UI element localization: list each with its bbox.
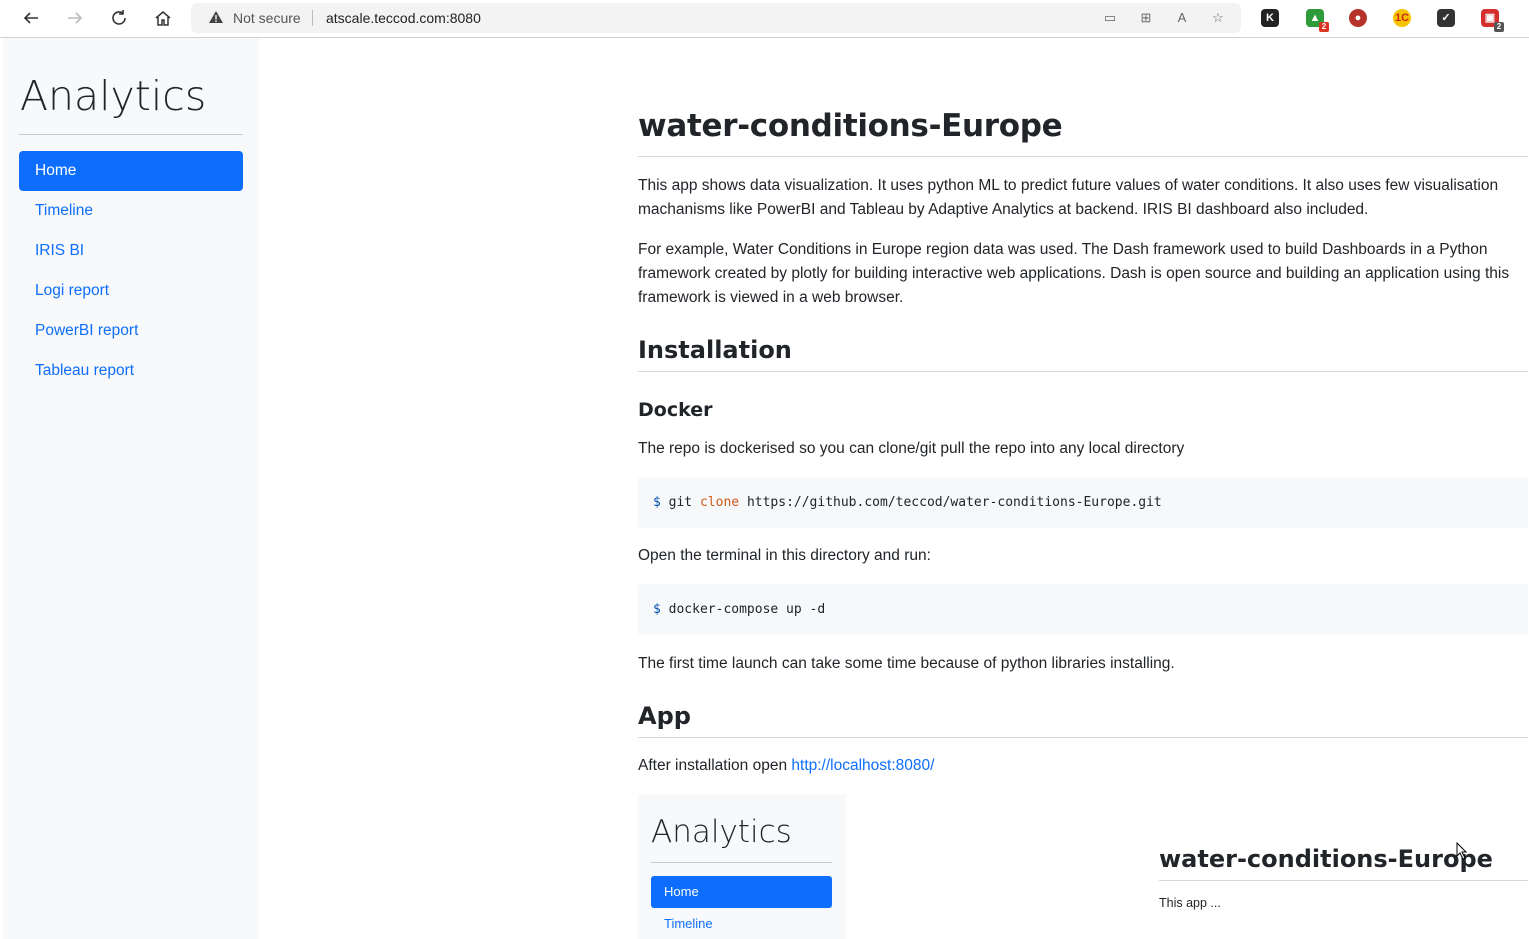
k-extension-icon[interactable]: K <box>1261 9 1279 27</box>
sidebar-item-iris-bi[interactable]: IRIS BI <box>19 231 243 271</box>
terminal-text: Open the terminal in this directory and … <box>638 547 931 564</box>
divider <box>1159 880 1528 881</box>
mouse-cursor-icon <box>1456 842 1468 860</box>
example-paragraph: For example, Water Conditions in Europe … <box>638 241 1510 306</box>
code-prompt: $ <box>653 495 661 510</box>
url-text[interactable]: atscale.teccod.com:8080 <box>326 10 481 26</box>
code-command: git <box>668 495 693 510</box>
home-icon[interactable] <box>150 6 176 30</box>
preview-app-text: This app ... <box>1159 896 1221 910</box>
divider <box>638 371 1528 372</box>
preview-timeline-item: Timeline <box>664 916 713 931</box>
page-title: water-conditions-Europe <box>638 108 1063 144</box>
extension-badge: 2 <box>1494 22 1504 32</box>
address-bar[interactable]: Not secure atscale.teccod.com:8080 ▭ ⊞ A… <box>191 3 1241 33</box>
sidebar-brand: Analytics <box>20 72 207 120</box>
launch-text: The first time launch can take some time… <box>638 655 1175 672</box>
forward-icon[interactable] <box>62 6 88 30</box>
warning-icon <box>208 10 224 27</box>
code-keyword: clone <box>699 495 740 510</box>
puzzle-extension-icon[interactable]: ▲ 2 <box>1306 9 1329 32</box>
app-available-icon[interactable]: ▭ <box>1101 9 1119 27</box>
code-block-compose[interactable]: $ docker-compose up -d <box>638 584 1528 635</box>
divider <box>638 156 1528 157</box>
after-install-paragraph: After installation open http://localhost… <box>638 754 1523 778</box>
divider <box>312 10 313 26</box>
sidebar-item-timeline[interactable]: Timeline <box>19 191 243 231</box>
sidebar-item-powerbi-report[interactable]: PowerBI report <box>19 311 243 351</box>
dark-extension-icon[interactable]: ✓ <box>1437 9 1455 27</box>
divider <box>19 134 243 135</box>
app-screenshot-preview: Analytics Home Timeline <box>638 794 846 939</box>
grid-icon[interactable]: ⊞ <box>1137 9 1155 27</box>
back-icon[interactable] <box>18 6 44 30</box>
preview-brand: Analytics <box>651 814 792 850</box>
localhost-link[interactable]: http://localhost:8080/ <box>791 757 934 774</box>
read-aloud-icon[interactable]: A <box>1173 9 1191 27</box>
code-argument: https://github.com/teccod/water-conditio… <box>746 495 1162 510</box>
divider <box>638 737 1528 738</box>
security-label[interactable]: Not secure <box>233 10 301 26</box>
sidebar-item-home[interactable]: Home <box>19 151 243 191</box>
preview-title: water-conditions-Europe <box>1159 845 1493 873</box>
after-install-text: After installation open <box>638 757 788 774</box>
yellow-extension-icon[interactable]: 1C <box>1393 9 1411 27</box>
reload-icon[interactable] <box>106 6 132 30</box>
docker-text: The repo is dockerised so you can clone/… <box>638 440 1185 457</box>
code-prompt: $ <box>653 602 661 617</box>
browser-toolbar: Not secure atscale.teccod.com:8080 ▭ ⊞ A… <box>0 0 1529 38</box>
colorful-extension-icon[interactable]: ● <box>1349 9 1367 27</box>
app-heading: App <box>638 702 691 730</box>
docker-heading: Docker <box>638 399 713 421</box>
preview-home-item: Home <box>651 876 832 908</box>
divider <box>651 862 832 863</box>
code-block-clone[interactable]: $ git clone https://github.com/teccod/wa… <box>638 477 1528 528</box>
code-command: docker-compose up -d <box>668 602 826 617</box>
sidebar-item-logi-report[interactable]: Logi report <box>19 271 243 311</box>
sidebar-item-tableau-report[interactable]: Tableau report <box>19 351 243 391</box>
installation-heading: Installation <box>638 336 792 364</box>
intro-paragraph: This app shows data visualization. It us… <box>638 177 1499 218</box>
red-extension-icon[interactable]: ▣ 2 <box>1481 9 1504 32</box>
extension-badge: 2 <box>1319 22 1329 32</box>
sidebar-nav: Home Timeline IRIS BI Logi report PowerB… <box>19 151 243 391</box>
sidebar: Analytics Home Timeline IRIS BI Logi rep… <box>3 38 259 939</box>
favorite-icon[interactable]: ☆ <box>1209 9 1227 27</box>
